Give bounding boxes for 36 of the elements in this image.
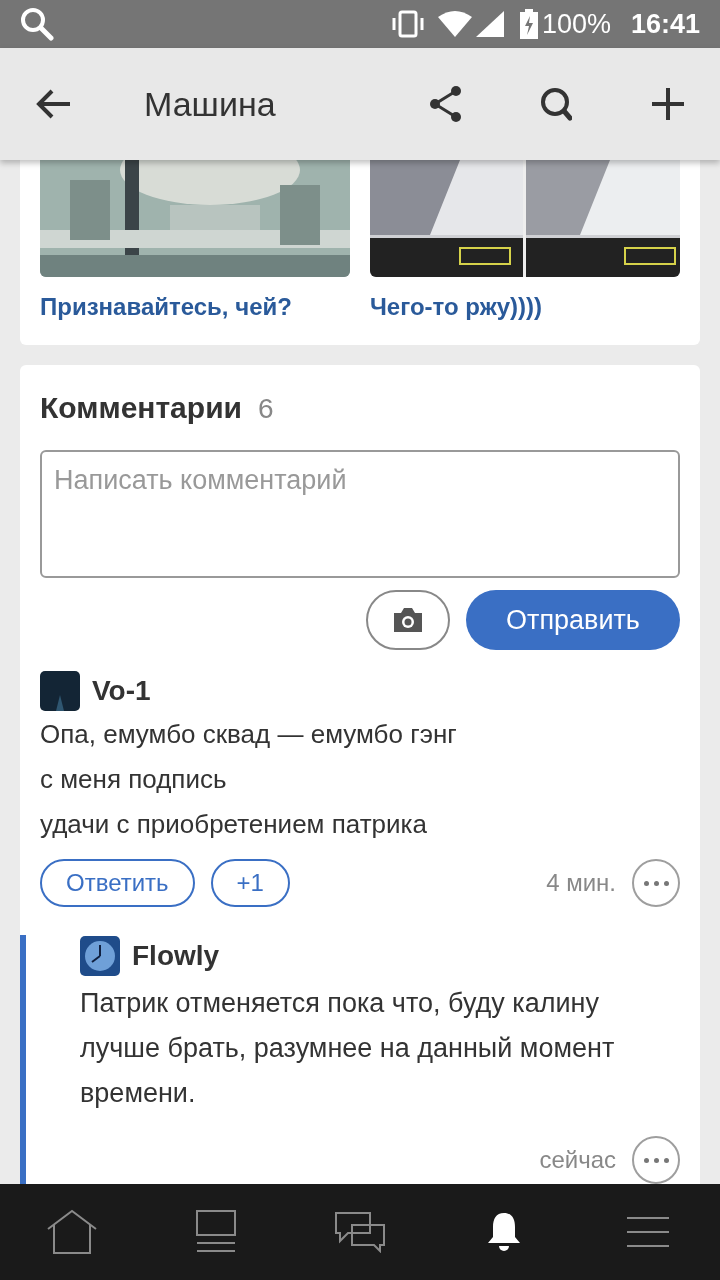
comment-text: удачи с приобретением патрика bbox=[40, 808, 428, 841]
battery-icon bbox=[519, 9, 538, 39]
comment-time: сейчас bbox=[539, 1145, 616, 1175]
clock: 16:41 bbox=[630, 7, 700, 41]
send-button[interactable]: Отправить bbox=[466, 590, 680, 650]
comment-text: Опа, емумбо сквад — емумбо гэнг bbox=[40, 718, 458, 751]
comment-time: 4 мин. bbox=[546, 868, 616, 898]
comment-author: Flowly bbox=[132, 939, 220, 973]
comment-author: Vo-1 bbox=[92, 674, 151, 708]
camera-button[interactable] bbox=[366, 590, 450, 650]
bell-icon bbox=[486, 1211, 522, 1253]
menu-icon bbox=[627, 1216, 669, 1248]
plus-one-button[interactable]: +1 bbox=[210, 859, 290, 907]
add-icon[interactable] bbox=[652, 88, 684, 120]
post-link[interactable]: Признавайтесь, чей? bbox=[40, 289, 350, 325]
search-icon bbox=[20, 7, 54, 41]
camera-icon bbox=[392, 607, 424, 633]
search-icon[interactable] bbox=[540, 87, 572, 121]
page-title: Машина bbox=[144, 83, 276, 125]
avatar bbox=[40, 671, 80, 711]
monitor-icon bbox=[194, 1209, 238, 1255]
battery-level: 100% bbox=[541, 7, 611, 41]
signal-icon bbox=[475, 11, 504, 37]
more-button[interactable] bbox=[632, 859, 680, 907]
chat-icon bbox=[334, 1211, 386, 1253]
wifi-icon bbox=[437, 11, 472, 37]
avatar bbox=[80, 936, 120, 976]
post-link[interactable]: Чего-то ржу)))) bbox=[370, 289, 680, 325]
back-arrow-icon[interactable] bbox=[36, 88, 72, 120]
reply-button[interactable]: Ответить bbox=[40, 859, 195, 907]
share-icon[interactable] bbox=[428, 85, 464, 123]
comment-text: Патрик отменяется пока что, буду калину лучше брать, разумнее на данный момент времени. bbox=[80, 987, 616, 1110]
comment-text: с меня подпись bbox=[40, 763, 228, 796]
comment-count: 6 bbox=[258, 392, 274, 426]
comment-field[interactable]: Написать комментарий bbox=[40, 450, 680, 578]
section-title: Комментарии bbox=[40, 390, 243, 426]
